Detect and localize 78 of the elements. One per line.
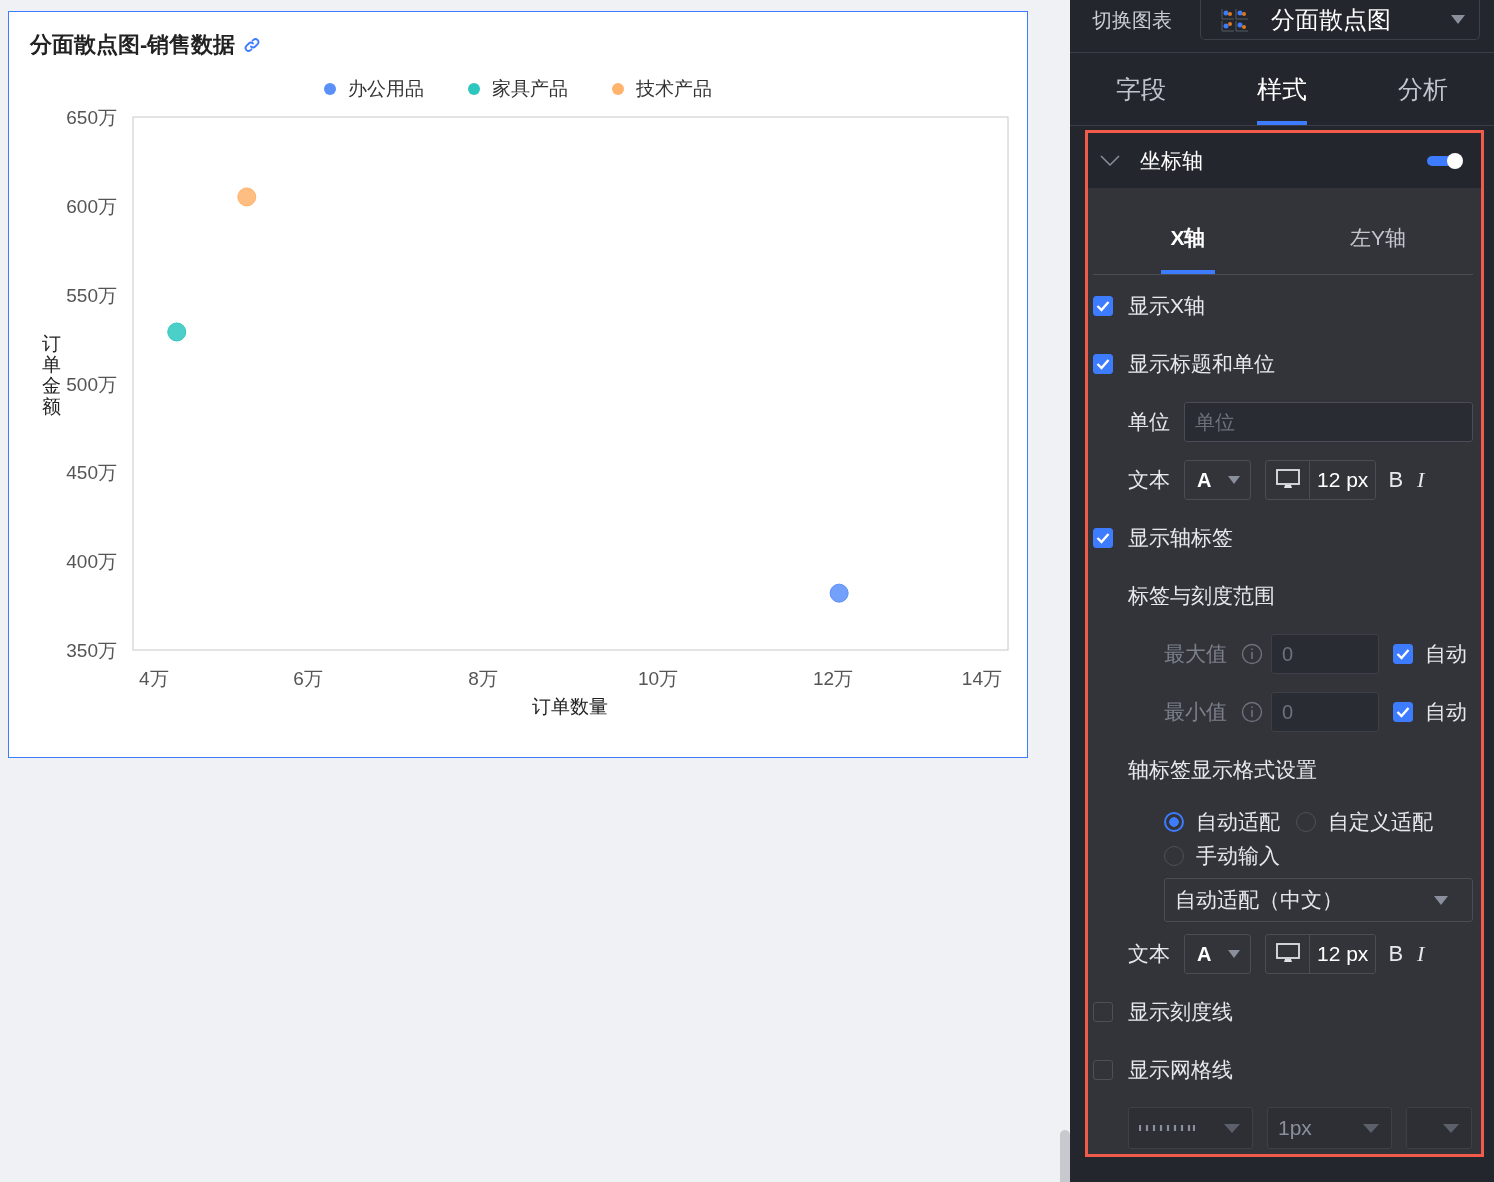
- chart-title: 分面散点图-销售数据: [30, 31, 236, 59]
- radio-label: 自动适配: [1196, 809, 1280, 835]
- checkbox-label: 显示X轴: [1128, 293, 1205, 319]
- panel-tab[interactable]: 样式: [1211, 53, 1353, 125]
- axis-tab[interactable]: 左Y轴: [1283, 188, 1473, 274]
- caret-icon: [1451, 15, 1465, 24]
- font-color-select[interactable]: A: [1184, 934, 1251, 974]
- switch-chart-label: 切换图表: [1092, 7, 1173, 33]
- toggle-switch[interactable]: [1427, 155, 1461, 166]
- y-tick-label: 350万: [66, 640, 117, 661]
- radio-label: 手动输入: [1196, 843, 1280, 869]
- y-tick-label: 500万: [66, 373, 117, 395]
- x-tick-label: 12万: [812, 668, 854, 689]
- y-axis-title: 订单金额: [42, 334, 61, 418]
- data-point[interactable]: [829, 583, 849, 603]
- caret-icon: [1224, 1123, 1240, 1133]
- legend-label[interactable]: 办公用品: [348, 76, 424, 102]
- x-tick-label: 14万: [961, 668, 1002, 689]
- checkbox[interactable]: [1093, 354, 1113, 374]
- x-tick-label: 6万: [293, 668, 323, 689]
- checkbox-label: 显示网格线: [1128, 1057, 1233, 1083]
- checkbox-label: 自动: [1425, 699, 1467, 725]
- checkbox-label: 显示刻度线: [1128, 999, 1233, 1025]
- field-label: 文本: [1128, 941, 1170, 967]
- field-label: 文本: [1128, 467, 1170, 493]
- checkbox-label: 显示标题和单位: [1128, 351, 1275, 377]
- font-color-select[interactable]: A: [1184, 460, 1251, 500]
- bold-button[interactable]: B: [1388, 467, 1404, 493]
- panel-tab[interactable]: 分析: [1352, 53, 1494, 125]
- italic-button[interactable]: I: [1417, 467, 1425, 493]
- line-width-select[interactable]: 1px: [1267, 1107, 1392, 1149]
- checkbox[interactable]: [1093, 1002, 1113, 1022]
- checkbox-label: 显示轴标签: [1128, 525, 1233, 551]
- y-tick-label: 450万: [66, 462, 117, 484]
- caret-icon: [1443, 1123, 1459, 1133]
- caret-icon: [1228, 950, 1240, 958]
- caret-icon: [1434, 895, 1448, 905]
- checkbox-label: 自动: [1425, 641, 1467, 667]
- field-label: 单位: [1128, 409, 1170, 435]
- y-tick-label: 550万: [66, 284, 117, 306]
- format-select[interactable]: 自动适配（中文）: [1164, 878, 1473, 922]
- group-heading: 标签与刻度范围: [1128, 583, 1275, 609]
- caret-icon: [1363, 1123, 1379, 1133]
- data-point[interactable]: [167, 322, 187, 342]
- field-label: 最小值: [1164, 699, 1227, 725]
- y-tick-label: 650万: [66, 107, 117, 128]
- chart-type-select[interactable]: 分面散点图: [1200, 0, 1480, 40]
- axis-tab[interactable]: X轴: [1093, 188, 1283, 274]
- info-icon[interactable]: [1241, 701, 1263, 723]
- x-tick-label: 8万: [468, 668, 498, 689]
- y-tick-label: 400万: [66, 551, 117, 573]
- y-tick-label: 600万: [66, 195, 117, 217]
- italic-button[interactable]: I: [1417, 941, 1425, 967]
- line-type-select[interactable]: [1128, 1107, 1253, 1149]
- field-label: 最大值: [1164, 641, 1227, 667]
- line-color-select[interactable]: [1406, 1107, 1472, 1149]
- scrollbar-thumb[interactable]: [1060, 1130, 1070, 1182]
- radio-button[interactable]: [1164, 812, 1184, 832]
- info-icon[interactable]: [1241, 643, 1263, 665]
- radio-label: 自定义适配: [1328, 809, 1433, 835]
- legend-label[interactable]: 家具产品: [492, 76, 568, 102]
- section-title: 坐标轴: [1140, 147, 1204, 174]
- dotted-line-icon: [1139, 1124, 1195, 1132]
- checkbox[interactable]: [1093, 1060, 1113, 1080]
- link-icon[interactable]: [243, 36, 262, 54]
- unit-input-field[interactable]: 单位: [1184, 402, 1473, 442]
- bold-button[interactable]: B: [1388, 941, 1404, 967]
- checkbox[interactable]: [1093, 528, 1113, 548]
- legend-label[interactable]: 技术产品: [636, 76, 712, 102]
- x-tick-label: 4万: [139, 668, 169, 689]
- x-tick-label: 10万: [637, 668, 679, 689]
- scatter-grid-icon: [1221, 7, 1249, 32]
- section-header[interactable]: 坐标轴: [1088, 133, 1481, 188]
- caret-icon: [1228, 476, 1240, 484]
- x-axis-title: 订单数量: [532, 696, 608, 717]
- checkbox[interactable]: [1093, 296, 1113, 316]
- panel-tab[interactable]: 字段: [1070, 53, 1212, 125]
- group-heading: 轴标签显示格式设置: [1128, 757, 1317, 783]
